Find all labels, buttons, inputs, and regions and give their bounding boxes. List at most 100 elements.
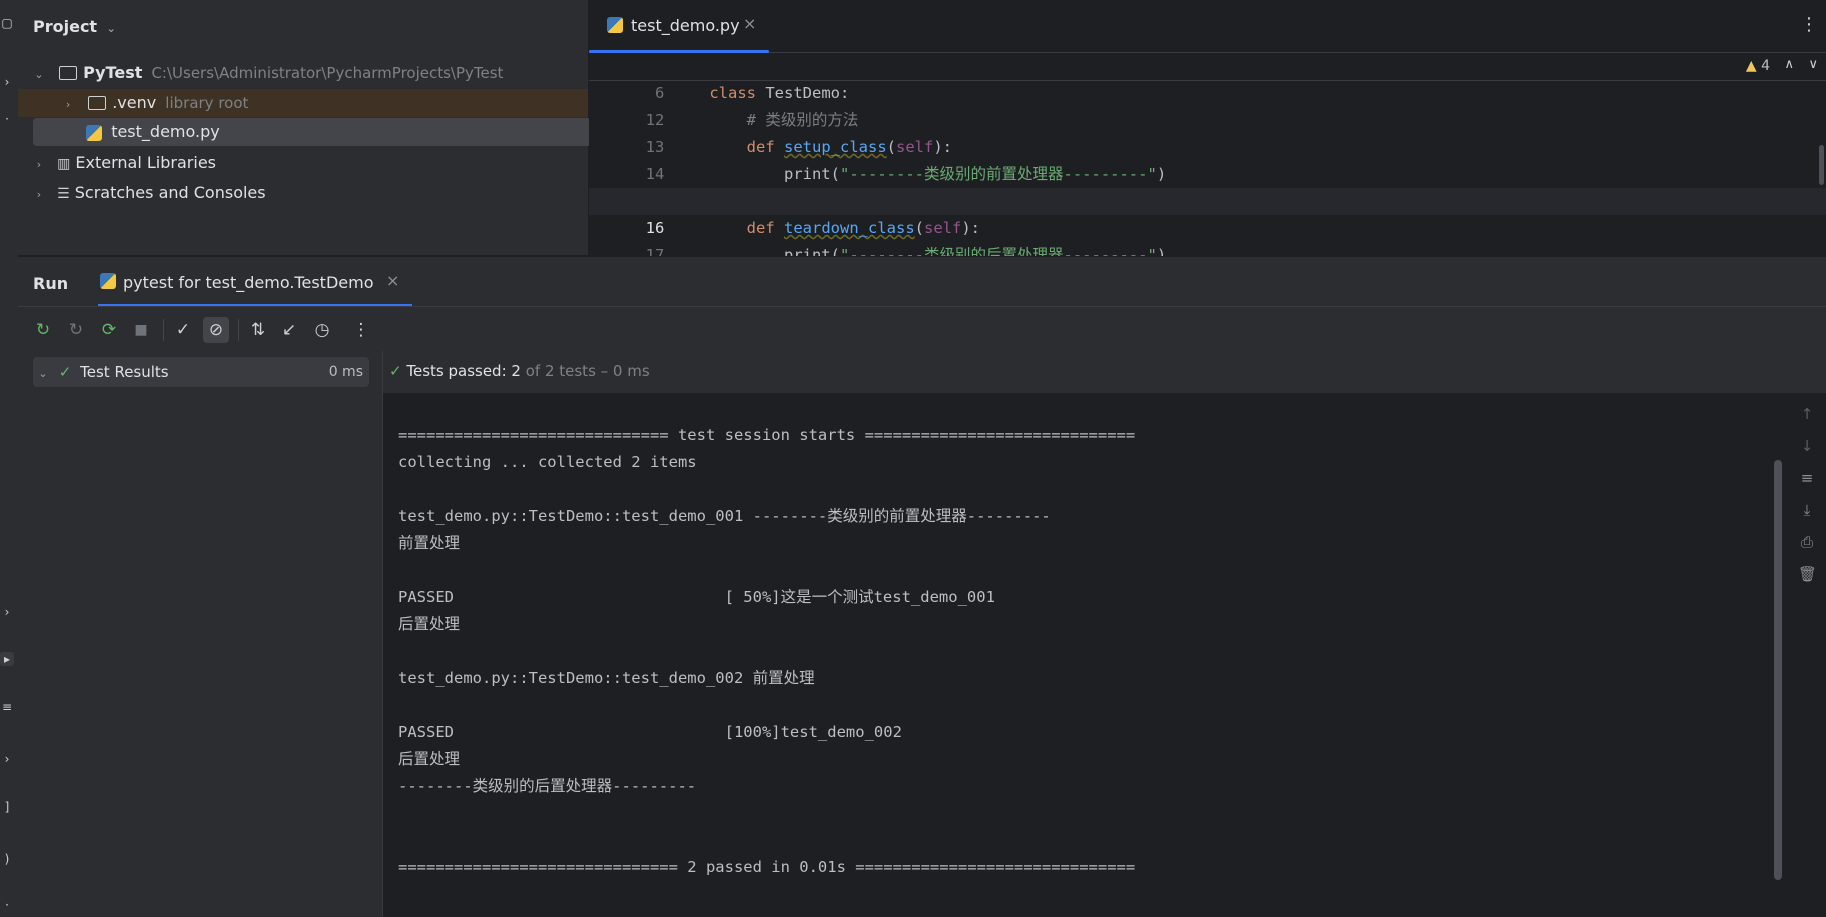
passed-check-icon: ✓ [58, 363, 72, 381]
test-results-label: Test Results [80, 363, 169, 381]
services-tool-icon[interactable]: › [0, 605, 14, 619]
print-icon[interactable]: ⎙ [1798, 533, 1816, 551]
git-tool-icon[interactable]: ) [0, 852, 14, 866]
notifications-tool-icon[interactable]: · [0, 898, 14, 912]
code-call: print [783, 165, 831, 183]
warning-count: 4 [1761, 58, 1770, 74]
toggle-auto-test-icon[interactable]: ⟳ [96, 317, 122, 343]
editor-tab-test-demo[interactable]: test_demo.py × [589, 0, 769, 53]
tree-item-note: library root [165, 94, 249, 112]
status-count: 2 [511, 362, 521, 380]
arrow-up-icon[interactable]: ↑ [1798, 405, 1816, 423]
editor-tab-label: test_demo.py [631, 16, 740, 35]
chevron-down-icon: ⌄ [106, 22, 116, 35]
arrow-down-icon[interactable]: ↓ [1798, 437, 1816, 455]
editor-area: test_demo.py × ⋮ 6 class TestDemo: ▲ 4 ∧ … [589, 0, 1826, 264]
python-file-icon [86, 124, 103, 141]
more-options-icon[interactable]: ⋮ [348, 317, 374, 343]
code-string: "--------类级别的前置处理器---------" [840, 165, 1157, 183]
folder-icon [88, 95, 107, 110]
code-line[interactable]: 14 print("--------类级别的前置处理器---------") [589, 134, 1167, 183]
chevron-right-icon[interactable]: › [32, 181, 46, 209]
run-tool-icon[interactable]: ▸ [0, 652, 14, 666]
console-line: collecting ... collected 2 items [398, 453, 697, 471]
terminal-tool-icon[interactable]: ] [0, 800, 14, 814]
project-panel: Project ⌄ ⌄ PyTest C:\Users\Administrato… [18, 0, 591, 255]
test-status-line: ✓ Tests passed: 2 of 2 tests – 0 ms [383, 351, 1826, 393]
test-history-icon[interactable]: ◷ [309, 317, 335, 343]
inspection-widget[interactable]: ▲ 4 [1746, 58, 1770, 74]
library-icon: ▥ [57, 156, 71, 172]
tree-item-path: C:\Users\Administrator\PycharmProjects\P… [151, 64, 504, 82]
show-ignored-icon[interactable]: ⊘ [203, 317, 229, 343]
run-panel-title: Run [33, 274, 69, 293]
import-tests-icon[interactable]: ↙ [276, 317, 302, 343]
scroll-to-end-icon[interactable]: ⤓ [1798, 501, 1816, 519]
test-results-root[interactable]: ⌄ ✓ Test Results 0 ms [33, 357, 369, 387]
console-line: ============================= test sessi… [398, 426, 1136, 444]
code-line[interactable]: 15 [589, 161, 709, 210]
run-tab[interactable]: pytest for test_demo.TestDemo × [98, 257, 412, 307]
rerun-icon[interactable]: ↻ [30, 317, 56, 343]
tree-item-label: External Libraries [75, 153, 216, 172]
console-line: test_demo.py::TestDemo::test_demo_002 前置… [398, 669, 815, 687]
toolbar-divider [238, 319, 239, 341]
code-line[interactable]: 17 print("--------类级别的后置处理器---------") [589, 215, 1167, 264]
code-line[interactable]: 12 # 类级别的方法 [589, 80, 859, 129]
project-tool-icon[interactable]: ▢ [0, 16, 14, 30]
editor-tab-bar: test_demo.py × ⋮ [589, 0, 1826, 53]
close-icon[interactable]: × [743, 14, 756, 33]
previous-highlight-icon[interactable]: ∧ [1784, 57, 1794, 72]
python-file-icon [607, 17, 623, 33]
tree-item-pytest[interactable]: ⌄ PyTest C:\Users\Administrator\PycharmP… [32, 59, 588, 87]
tree-item-label: test_demo.py [111, 122, 220, 141]
console-line: test_demo.py::TestDemo::test_demo_001 --… [398, 507, 1051, 525]
code-line[interactable]: 13 def setup_class(self): [589, 107, 952, 156]
console-line: PASSED [ 50%]这是一个测试test_demo_001 [398, 588, 995, 606]
tree-item-scratches[interactable]: › ☰ Scratches and Consoles [32, 179, 588, 207]
pytest-icon [100, 273, 116, 289]
tree-item-venv[interactable]: › .venv library root [18, 89, 588, 117]
structure-tool-icon[interactable]: · [0, 112, 14, 126]
chevron-down-icon[interactable]: ⌄ [36, 359, 50, 389]
sort-alphabetically-icon[interactable]: ⇅ [245, 317, 271, 343]
tree-item-external-libraries[interactable]: › ▥ External Libraries [32, 149, 588, 177]
tree-item-test-demo[interactable]: test_demo.py [33, 118, 591, 146]
stop-icon[interactable]: ■ [128, 317, 154, 343]
run-tab-bar: Run pytest for test_demo.TestDemo × [18, 256, 1826, 307]
console-output[interactable]: ============================= test sessi… [383, 393, 1788, 917]
folder-icon [59, 65, 78, 80]
console-line: 前置处理 [398, 534, 461, 552]
close-icon[interactable]: × [386, 271, 399, 290]
console-line: 后置处理 [398, 615, 461, 633]
project-panel-title[interactable]: Project ⌄ [33, 17, 116, 36]
chevron-right-icon[interactable]: › [61, 91, 75, 119]
show-passed-icon[interactable]: ✓ [170, 317, 196, 343]
code-line-current[interactable]: 16 def teardown_class(self): [589, 188, 1826, 237]
next-highlight-icon[interactable]: ∨ [1808, 57, 1818, 72]
scratches-icon: ☰ [57, 186, 70, 202]
more-options-icon[interactable]: ⋮ [1800, 14, 1818, 35]
editor-scrollbar[interactable] [1819, 145, 1824, 185]
tree-item-label: PyTest [83, 63, 143, 82]
problems-tool-icon[interactable]: › [0, 752, 14, 766]
status-suffix: of 2 tests – 0 ms [520, 362, 650, 380]
trash-icon[interactable]: 🗑 [1798, 565, 1817, 583]
rerun-failed-icon[interactable]: ↻ [63, 317, 89, 343]
chevron-down-icon[interactable]: ⌄ [32, 61, 46, 89]
test-results-time: 0 ms [328, 364, 363, 380]
soft-wrap-icon[interactable]: ≡ [1798, 469, 1816, 487]
todo-tool-icon[interactable]: ≡ [0, 700, 14, 714]
commit-tool-icon[interactable]: › [0, 75, 14, 89]
test-results-panel: ⌄ ✓ Test Results 0 ms [18, 351, 383, 917]
passed-check-icon: ✓ [389, 362, 402, 380]
console-scrollbar[interactable] [1774, 460, 1782, 880]
run-toolbar: ↻ ↻ ⟳ ■ ✓ ⊘ ⇅ ↙ ◷ ⋮ [18, 306, 1826, 353]
tree-item-label: Scratches and Consoles [74, 183, 266, 202]
sticky-line[interactable]: 6 class TestDemo: [589, 53, 1826, 102]
toolbar-divider [163, 319, 164, 341]
console-line: PASSED [100%]test_demo_002 [398, 723, 902, 741]
tree-item-label: .venv [112, 93, 157, 112]
status-prefix: Tests passed: [406, 362, 512, 380]
chevron-right-icon[interactable]: › [32, 151, 46, 179]
